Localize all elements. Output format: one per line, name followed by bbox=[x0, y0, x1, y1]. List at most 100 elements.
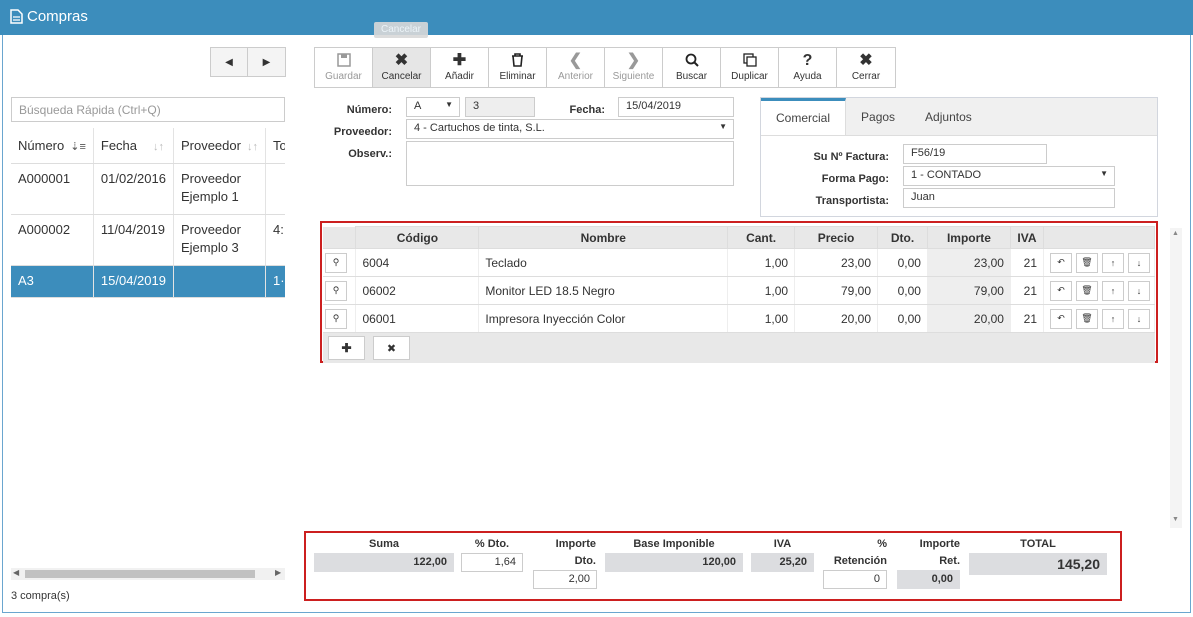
table-row-selected[interactable]: A3 15/04/2019 1· bbox=[11, 265, 285, 298]
cell-iva[interactable]: 21 bbox=[1010, 304, 1045, 333]
tab-adjuntos[interactable]: Adjuntos bbox=[910, 98, 987, 135]
arrow-up-icon: ↑ bbox=[1110, 313, 1116, 324]
undo-icon: ↶ bbox=[1057, 313, 1065, 323]
search-button[interactable]: Buscar bbox=[663, 48, 721, 87]
cell-precio[interactable]: 23,00 bbox=[794, 248, 879, 277]
undo-button[interactable]: ↶ bbox=[1050, 252, 1072, 273]
cell-importe: 79,00 bbox=[927, 276, 1011, 305]
delete-line-button[interactable]: 🗑 bbox=[1076, 308, 1098, 329]
tab-header: Comercial Pagos Adjuntos bbox=[761, 98, 1157, 136]
serie-select[interactable]: A ▼ bbox=[406, 97, 460, 117]
save-button[interactable]: Guardar bbox=[315, 48, 373, 87]
tab-comercial[interactable]: Comercial bbox=[761, 98, 847, 135]
delete-line-button[interactable]: 🗑 bbox=[1076, 280, 1098, 301]
pdto-field[interactable]: 1,64 bbox=[461, 553, 523, 572]
plus-icon: ✚ bbox=[341, 341, 352, 355]
search-icon: ⚲ bbox=[332, 285, 340, 295]
move-down-button[interactable]: ↓ bbox=[1128, 280, 1150, 301]
close-button[interactable]: ✖ Cerrar bbox=[837, 48, 895, 87]
table-row[interactable]: A000001 01/02/2016 Proveedor Ejemplo 1 bbox=[11, 163, 285, 215]
form-vscrollbar[interactable]: ▲ ▼ bbox=[1170, 228, 1182, 528]
close-icon: ✖ bbox=[394, 52, 409, 69]
cell-iva[interactable]: 21 bbox=[1010, 248, 1045, 277]
fecha-field[interactable]: 15/04/2019 bbox=[618, 97, 734, 117]
lookup-button[interactable]: ⚲ bbox=[325, 308, 347, 329]
button-label: Duplicar bbox=[731, 71, 768, 82]
tab-pagos[interactable]: Pagos bbox=[846, 98, 910, 135]
trash-icon bbox=[511, 53, 524, 71]
transportista-field[interactable]: Juan bbox=[903, 188, 1115, 208]
next-record-button[interactable]: ▶ bbox=[248, 47, 286, 77]
cell-codigo[interactable]: 06001 bbox=[355, 304, 480, 333]
cell-codigo[interactable]: 6004 bbox=[355, 248, 480, 277]
duplicate-button[interactable]: Duplicar bbox=[721, 48, 779, 87]
list-hscrollbar[interactable]: ◀ ▶ bbox=[11, 568, 285, 580]
document-icon bbox=[10, 9, 23, 24]
cancel-button[interactable]: ✖ Cancelar bbox=[373, 48, 431, 87]
col-nombre: Nombre bbox=[478, 226, 729, 249]
add-button[interactable]: ✚ Añadir bbox=[431, 48, 489, 87]
cell-fecha: 15/04/2019 bbox=[93, 265, 174, 298]
cell-nombre[interactable]: Teclado bbox=[478, 248, 729, 277]
help-button[interactable]: ? Ayuda bbox=[779, 48, 837, 87]
su-factura-field[interactable]: F56/19 bbox=[903, 144, 1047, 164]
move-down-button[interactable]: ↓ bbox=[1128, 308, 1150, 329]
next-button[interactable]: ❯ Siguiente bbox=[605, 48, 663, 87]
proveedor-value: 4 - Cartuchos de tinta, S.L. bbox=[414, 122, 545, 134]
scroll-up-icon: ▲ bbox=[1172, 230, 1179, 237]
lookup-button[interactable]: ⚲ bbox=[325, 280, 347, 301]
purchases-list: Número ⇣≡ Fecha ↓↑ Proveedor ↓↑ Total A0000… bbox=[11, 128, 285, 308]
observ-textarea[interactable] bbox=[406, 141, 734, 186]
previous-button[interactable]: ❮ Anterior bbox=[547, 48, 605, 87]
cell-nombre[interactable]: Impresora Inyección Color bbox=[478, 304, 729, 333]
quick-search-input[interactable]: Búsqueda Rápida (Ctrl+Q) bbox=[11, 97, 285, 122]
delete-button[interactable]: Eliminar bbox=[489, 48, 547, 87]
su-factura-label: Su Nº Factura: bbox=[813, 151, 889, 163]
table-row[interactable]: A000002 11/04/2019 Proveedor Ejemplo 3 4… bbox=[11, 214, 285, 266]
move-up-button[interactable]: ↑ bbox=[1102, 252, 1124, 273]
cell-dto[interactable]: 0,00 bbox=[877, 248, 928, 277]
delete-line-button[interactable]: 🗑 bbox=[1076, 252, 1098, 273]
cell-dto[interactable]: 0,00 bbox=[877, 304, 928, 333]
cell-cant[interactable]: 1,00 bbox=[727, 304, 796, 333]
cell-precio[interactable]: 79,00 bbox=[794, 276, 879, 305]
proveedor-select[interactable]: 4 - Cartuchos de tinta, S.L. ▼ bbox=[406, 119, 734, 139]
move-up-button[interactable]: ↑ bbox=[1102, 280, 1124, 301]
col-label: Número bbox=[18, 137, 65, 153]
cell-cant[interactable]: 1,00 bbox=[727, 276, 796, 305]
forma-pago-label: Forma Pago: bbox=[821, 173, 889, 185]
undo-button[interactable]: ↶ bbox=[1050, 280, 1072, 301]
move-down-button[interactable]: ↓ bbox=[1128, 252, 1150, 273]
col-proveedor[interactable]: Proveedor ↓↑ bbox=[173, 128, 266, 164]
remove-line-button[interactable]: ✖ bbox=[373, 336, 410, 360]
col-numero[interactable]: Número ⇣≡ bbox=[11, 128, 94, 164]
move-up-button[interactable]: ↑ bbox=[1102, 308, 1124, 329]
tooltip: Cancelar bbox=[374, 22, 428, 38]
col-fecha[interactable]: Fecha ↓↑ bbox=[93, 128, 174, 164]
numero-field[interactable]: 3 bbox=[465, 97, 535, 117]
cell-cant[interactable]: 1,00 bbox=[727, 248, 796, 277]
col-cant: Cant. bbox=[727, 226, 796, 249]
cell-codigo[interactable]: 06002 bbox=[355, 276, 480, 305]
line-row: ⚲ 06001 Impresora Inyección Color 1,00 2… bbox=[323, 304, 1155, 333]
undo-button[interactable]: ↶ bbox=[1050, 308, 1072, 329]
add-line-button[interactable]: ✚ bbox=[328, 336, 365, 360]
cell-proveedor: Proveedor Ejemplo 1 bbox=[173, 163, 266, 215]
forma-pago-select[interactable]: 1 - CONTADO ▼ bbox=[903, 166, 1115, 186]
arrow-up-icon: ↑ bbox=[1110, 285, 1116, 296]
cell-proveedor: Proveedor Ejemplo 3 bbox=[173, 214, 266, 266]
col-total[interactable]: Total bbox=[265, 128, 285, 164]
record-count: 3 compra(s) bbox=[11, 590, 70, 602]
pret-field[interactable]: 0 bbox=[823, 570, 887, 589]
cell-nombre[interactable]: Monitor LED 18.5 Negro bbox=[478, 276, 729, 305]
prev-record-button[interactable]: ◀ bbox=[210, 47, 248, 77]
lookup-button[interactable]: ⚲ bbox=[325, 252, 347, 273]
cell-precio[interactable]: 20,00 bbox=[794, 304, 879, 333]
impdto-field[interactable]: 2,00 bbox=[533, 570, 597, 589]
title-bar: Compras bbox=[0, 0, 1193, 35]
fecha-label: Fecha: bbox=[569, 104, 605, 116]
question-icon: ? bbox=[802, 52, 813, 69]
cell-iva[interactable]: 21 bbox=[1010, 276, 1045, 305]
cell-dto[interactable]: 0,00 bbox=[877, 276, 928, 305]
scroll-thumb[interactable] bbox=[25, 570, 255, 578]
